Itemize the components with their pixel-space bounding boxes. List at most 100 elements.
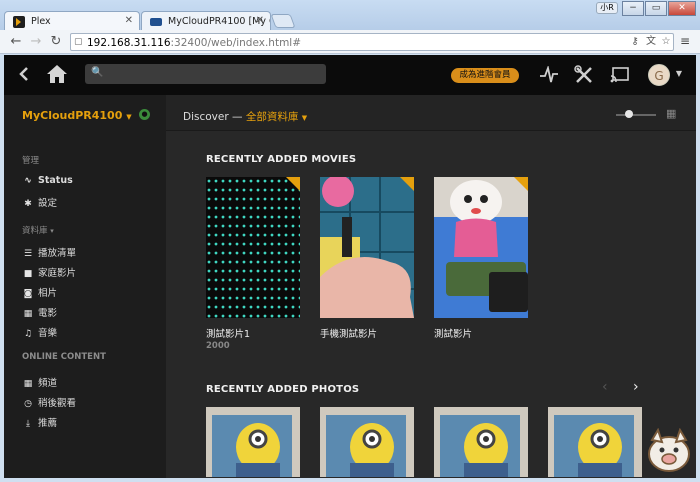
page-info-icon[interactable]: ▢ xyxy=(74,37,84,47)
key-icon[interactable]: ⚷ xyxy=(629,36,641,48)
unwatched-indicator xyxy=(286,177,300,191)
tab-title: Plex xyxy=(31,16,51,27)
music-note-icon: ♫ xyxy=(23,329,33,339)
tab-close-icon[interactable]: ✕ xyxy=(125,15,133,26)
sidebar-item-playlists[interactable]: ☰ 播放清單 xyxy=(22,245,76,259)
photo-thumb-1[interactable] xyxy=(206,407,300,477)
film-icon: ▦ xyxy=(23,309,33,319)
sidebar-item-channels[interactable]: ▦ 頻道 xyxy=(22,375,57,389)
activity-icon: ∿ xyxy=(24,176,32,186)
sidebar-item-status[interactable]: ∿ Status xyxy=(22,175,73,189)
browser-menu-icon[interactable]: ≡ xyxy=(678,35,692,48)
grid-view-icon[interactable]: ▦ xyxy=(666,108,678,120)
minion-photo xyxy=(434,407,528,477)
movie-year-1: 2000 xyxy=(206,341,230,351)
server-selector[interactable]: MyCloudPR4100 ▼ xyxy=(22,109,132,122)
download-icon: ⤓ xyxy=(26,419,30,429)
channels-grid-icon: ▦ xyxy=(23,379,33,389)
tab-close-icon[interactable]: ✕ xyxy=(256,15,264,26)
address-bar[interactable]: ▢ 192.168.31.116:32400/web/index.html# ⚷… xyxy=(70,33,674,51)
sidebar-item-music[interactable]: ♫ 音樂 xyxy=(22,325,57,339)
movie-poster-2[interactable] xyxy=(320,177,414,318)
wd-favicon-icon xyxy=(150,18,162,26)
sidebar-item-watch-later[interactable]: ◷ 稍後觀看 xyxy=(22,395,76,409)
address-url[interactable]: 192.168.31.116:32400/web/index.html# xyxy=(87,37,301,49)
breadcrumb-section[interactable]: Discover xyxy=(183,111,229,123)
video-camera-icon: ■ xyxy=(23,269,33,279)
sidebar-item-photos[interactable]: ◙ 相片 xyxy=(22,285,57,299)
sidebar-header-manage: 管理 xyxy=(22,156,40,166)
gear-icon: ✱ xyxy=(24,199,32,209)
photos-prev-arrow-icon[interactable]: ‹ xyxy=(602,379,608,395)
photo-thumb-2[interactable] xyxy=(320,407,414,477)
browser-window: Plex ✕ MyCloudPR4100 [My Cl ✕ 小R − ▭ ✕ ←… xyxy=(0,0,700,482)
sidebar: MyCloudPR4100 ▼ ● 管理 ∿ Status ✱ 設定 資料庫 ▾ ☰… xyxy=(4,95,166,478)
section-title-photos: RECENTLY ADDED PHOTOS xyxy=(206,384,360,395)
search-icon: 🔍 xyxy=(91,67,104,78)
back-arrow-icon[interactable] xyxy=(16,65,32,83)
movie-thumbnail-hand xyxy=(320,177,414,318)
close-window-button[interactable]: ✕ xyxy=(668,1,696,16)
reload-button[interactable]: ↻ xyxy=(48,34,64,50)
back-button[interactable]: ← xyxy=(8,34,24,50)
search-input[interactable]: 🔍 xyxy=(85,64,326,84)
chevron-down-icon: ▼ xyxy=(126,113,132,121)
breadcrumb: Discover — 全部資料庫 ▼ xyxy=(183,109,307,124)
minion-photo xyxy=(320,407,414,477)
sidebar-header-online-content: ONLINE CONTENT xyxy=(22,352,106,362)
tab-mycloud[interactable]: MyCloudPR4100 [My Cl ✕ xyxy=(141,11,271,31)
movie-poster-3[interactable] xyxy=(434,177,528,318)
unwatched-indicator xyxy=(514,177,528,191)
photo-thumb-3[interactable] xyxy=(434,407,528,477)
movie-thumbnail-doll xyxy=(434,177,528,318)
chevron-down-icon: ▾ xyxy=(50,227,54,235)
plex-top-nav: 🔍 成為進階會員 G ▼ xyxy=(4,55,696,95)
library-selector[interactable]: 全部資料庫 ▼ xyxy=(246,111,307,123)
new-tab-button[interactable] xyxy=(270,14,296,28)
camera-icon: ◙ xyxy=(23,289,33,299)
plex-app: 🔍 成為進階會員 G ▼ MyCloudPR4100 ▼ ● 管理 ∿ Statu… xyxy=(4,55,696,478)
main-content: Discover — 全部資料庫 ▼ ▦ RECENTLY ADDED MOVI… xyxy=(166,95,696,478)
go-premium-button[interactable]: 成為進階會員 xyxy=(451,68,519,83)
tab-strip: Plex ✕ MyCloudPR4100 [My Cl ✕ 小R − ▭ ✕ xyxy=(0,0,700,31)
settings-tools-icon[interactable] xyxy=(574,65,594,85)
list-icon: ☰ xyxy=(23,249,33,259)
sidebar-item-settings[interactable]: ✱ 設定 xyxy=(22,195,57,209)
minimize-button[interactable]: − xyxy=(622,1,644,16)
chevron-down-icon: ▼ xyxy=(301,114,308,122)
bookmark-star-icon[interactable]: ☆ xyxy=(660,36,672,48)
chevron-down-icon[interactable]: ▼ xyxy=(674,69,684,79)
movie-title-1[interactable]: 測試影片1 xyxy=(206,326,250,340)
cast-icon[interactable] xyxy=(610,66,630,84)
movie-title-2[interactable]: 手機測試影片 xyxy=(320,326,377,340)
content-header: Discover — 全部資料庫 ▼ ▦ xyxy=(166,95,696,131)
sidebar-item-movies[interactable]: ▦ 電影 xyxy=(22,305,57,319)
browser-user-badge[interactable]: 小R xyxy=(596,2,618,14)
forward-button[interactable]: → xyxy=(28,34,44,50)
tab-plex[interactable]: Plex ✕ xyxy=(4,11,140,31)
home-icon[interactable] xyxy=(46,64,68,84)
translate-icon[interactable]: 文 xyxy=(645,36,657,48)
breadcrumb-separator: — xyxy=(232,111,243,123)
watermark-pig-logo xyxy=(644,427,694,474)
minion-photo xyxy=(206,407,300,477)
photo-thumb-4[interactable] xyxy=(548,407,642,477)
section-title-movies: RECENTLY ADDED MOVIES xyxy=(206,154,357,165)
movie-poster-1[interactable] xyxy=(206,177,300,318)
sidebar-header-libraries[interactable]: 資料庫 ▾ xyxy=(22,224,54,236)
browser-toolbar: ← → ↻ ▢ 192.168.31.116:32400/web/index.h… xyxy=(0,30,700,54)
clock-icon: ◷ xyxy=(24,399,32,409)
maximize-button[interactable]: ▭ xyxy=(645,1,667,16)
sidebar-item-recommended[interactable]: ⤓ 推薦 xyxy=(22,415,57,429)
server-status-icon: ● xyxy=(139,109,150,120)
sidebar-item-home-videos[interactable]: ■ 家庭影片 xyxy=(22,265,76,279)
movie-title-3[interactable]: 測試影片 xyxy=(434,326,472,340)
minion-photo xyxy=(548,407,642,477)
activity-icon[interactable] xyxy=(539,64,559,84)
plex-favicon-icon xyxy=(13,16,25,28)
poster-size-slider-handle[interactable] xyxy=(625,110,633,118)
poster-size-slider[interactable] xyxy=(616,114,656,116)
photos-next-arrow-icon[interactable]: › xyxy=(633,379,639,395)
user-avatar[interactable]: G xyxy=(648,64,670,86)
unwatched-indicator xyxy=(400,177,414,191)
